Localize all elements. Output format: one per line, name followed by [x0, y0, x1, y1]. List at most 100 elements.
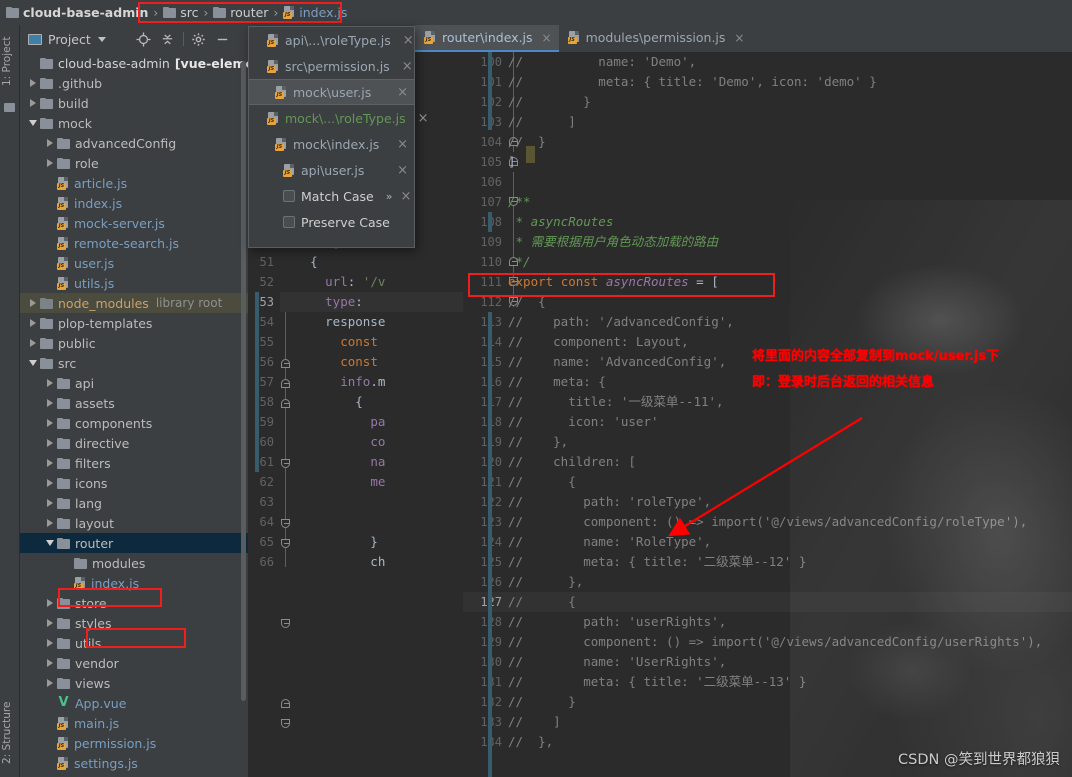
code-line[interactable]: // meta: { title: '二级菜单--13' }	[508, 672, 1072, 692]
close-icon[interactable]: ×	[403, 33, 414, 48]
expand-arrow-icon[interactable]	[43, 599, 57, 607]
tree-item-advancedconfig[interactable]: advancedConfig	[20, 133, 248, 153]
code-line[interactable]: // path: 'roleType',	[508, 492, 1072, 512]
code-line[interactable]: // component: () => import('@/views/adva…	[508, 512, 1072, 532]
tree-item-vendor[interactable]: vendor	[20, 653, 248, 673]
code-line[interactable]: // }	[508, 92, 1072, 112]
code-line[interactable]: // },	[508, 432, 1072, 452]
tree-item-permission-js[interactable]: JS permission.js	[20, 733, 248, 753]
code-line[interactable]: info.m	[280, 372, 463, 392]
code-line[interactable]: ch	[280, 552, 463, 572]
expand-arrow-icon[interactable]	[43, 479, 57, 487]
code-line[interactable]: const	[280, 352, 463, 372]
tree-item-lang[interactable]: lang	[20, 493, 248, 513]
settings-gear-icon[interactable]	[187, 27, 211, 51]
code-line[interactable]: // path: '/advancedConfig',	[508, 312, 1072, 332]
tree-item-index-js[interactable]: JS index.js	[20, 193, 248, 213]
close-icon[interactable]: ×	[397, 85, 408, 100]
tree-item-mock-server-js[interactable]: JS mock-server.js	[20, 213, 248, 233]
editor-tab-router-index-js[interactable]: JS router\index.js ×	[415, 25, 559, 52]
code-line[interactable]: // {	[508, 592, 1072, 612]
tree-item-main-js[interactable]: JS main.js	[20, 713, 248, 733]
code-line[interactable]: export const asyncRoutes = [	[508, 272, 1072, 292]
code-line[interactable]: type:	[280, 292, 463, 312]
breadcrumb-item-indexjs[interactable]: index.js	[299, 5, 347, 20]
chevron-right-icon[interactable]: »	[386, 190, 393, 203]
close-icon[interactable]: ×	[418, 111, 429, 126]
code-line[interactable]: // title: '一级菜单--11',	[508, 392, 1072, 412]
close-icon[interactable]: ×	[400, 189, 411, 204]
code-line[interactable]: {	[280, 392, 463, 412]
rail-tab-structure[interactable]: 2: Structure	[1, 697, 19, 769]
popup-item-mock-index-js[interactable]: JS mock\index.js ×	[249, 131, 414, 157]
tree-item-user-js[interactable]: JS user.js	[20, 253, 248, 273]
tree-item-role[interactable]: role	[20, 153, 248, 173]
code-line[interactable]: }	[280, 532, 463, 552]
expand-arrow-icon[interactable]	[43, 679, 57, 687]
collapse-arrow-icon[interactable]	[26, 360, 40, 366]
code-line[interactable]: // name: 'UserRights',	[508, 652, 1072, 672]
code-line[interactable]: // meta: {	[508, 372, 1072, 392]
tree-item-modules[interactable]: modules	[20, 553, 248, 573]
code-line[interactable]	[280, 492, 463, 512]
tree-item-mock[interactable]: mock	[20, 113, 248, 133]
code-line[interactable]: // ]	[508, 112, 1072, 132]
tree-scrollbar[interactable]	[241, 61, 246, 701]
expand-arrow-icon[interactable]	[43, 419, 57, 427]
code-line[interactable]: // {	[508, 472, 1072, 492]
breadcrumb-item-src[interactable]: src	[180, 5, 198, 20]
expand-arrow-icon[interactable]	[43, 399, 57, 407]
tree-item-remote-search-js[interactable]: JS remote-search.js	[20, 233, 248, 253]
code-line[interactable]: // meta: { title: '二级菜单--12' }	[508, 552, 1072, 572]
code-line[interactable]: // children: [	[508, 452, 1072, 472]
tree-item-components[interactable]: components	[20, 413, 248, 433]
open-tabs-popup[interactable]: JS api\...\roleType.js × JS src\permission.j…	[248, 26, 429, 248]
checkbox[interactable]	[283, 216, 295, 228]
close-icon[interactable]: ×	[397, 163, 408, 178]
code-line[interactable]	[508, 172, 1072, 192]
tree-item-views[interactable]: views	[20, 673, 248, 693]
expand-arrow-icon[interactable]	[43, 639, 57, 647]
popup-item-preserve-case[interactable]: Preserve Case	[249, 209, 414, 235]
code-line[interactable]: me	[280, 472, 463, 492]
code-line[interactable]: // name: 'Demo',	[508, 52, 1072, 72]
code-line[interactable]: // path: 'userRights',	[508, 612, 1072, 632]
tree-item-node-modules[interactable]: node_modules library root	[20, 293, 248, 313]
close-icon[interactable]: ×	[542, 31, 552, 45]
code-line[interactable]: // },	[508, 572, 1072, 592]
tree-item-directive[interactable]: directive	[20, 433, 248, 453]
rail-tab-project[interactable]: 1: Project	[1, 31, 19, 91]
code-line[interactable]: response	[280, 312, 463, 332]
tree-item-index-js[interactable]: JS index.js	[20, 573, 248, 593]
code-line[interactable]	[280, 512, 463, 532]
expand-arrow-icon[interactable]	[43, 159, 57, 167]
tree-item-article-js[interactable]: JS article.js	[20, 173, 248, 193]
tree-item-styles[interactable]: styles	[20, 613, 248, 633]
expand-arrow-icon[interactable]	[26, 339, 40, 347]
popup-item-src-permission-js[interactable]: JS src\permission.js ×	[249, 53, 414, 79]
chevron-down-icon[interactable]	[97, 36, 106, 42]
tree-item-api[interactable]: api	[20, 373, 248, 393]
locate-icon[interactable]	[132, 27, 156, 51]
expand-arrow-icon[interactable]	[43, 139, 57, 147]
code-line[interactable]: // }	[508, 692, 1072, 712]
expand-arrow-icon[interactable]	[43, 499, 57, 507]
tree-item-plop-templates[interactable]: plop-templates	[20, 313, 248, 333]
close-icon[interactable]: ×	[397, 137, 408, 152]
code-line[interactable]: pa	[280, 412, 463, 432]
tree-item-icons[interactable]: icons	[20, 473, 248, 493]
tree-item-public[interactable]: public	[20, 333, 248, 353]
code-line[interactable]: // }	[508, 132, 1072, 152]
tree-item--github[interactable]: .github	[20, 73, 248, 93]
project-file-tree[interactable]: cloud-base-admin[vue-element-ad .github bu…	[20, 53, 248, 777]
expand-arrow-icon[interactable]	[43, 459, 57, 467]
popup-item-api-roletype-js[interactable]: JS api\...\roleType.js ×	[249, 27, 414, 53]
hide-panel-icon[interactable]	[211, 27, 235, 51]
code-line[interactable]: // name: 'RoleType',	[508, 532, 1072, 552]
breadcrumb[interactable]: cloud-base-admin › src › router › JS ind…	[6, 5, 347, 20]
code-line[interactable]: */	[508, 252, 1072, 272]
expand-arrow-icon[interactable]	[26, 319, 40, 327]
editor-tab-modules-permission-js[interactable]: JS modules\permission.js ×	[559, 25, 752, 52]
tree-item-utils[interactable]: utils	[20, 633, 248, 653]
tree-item-app-vue[interactable]: V App.vue	[20, 693, 248, 713]
